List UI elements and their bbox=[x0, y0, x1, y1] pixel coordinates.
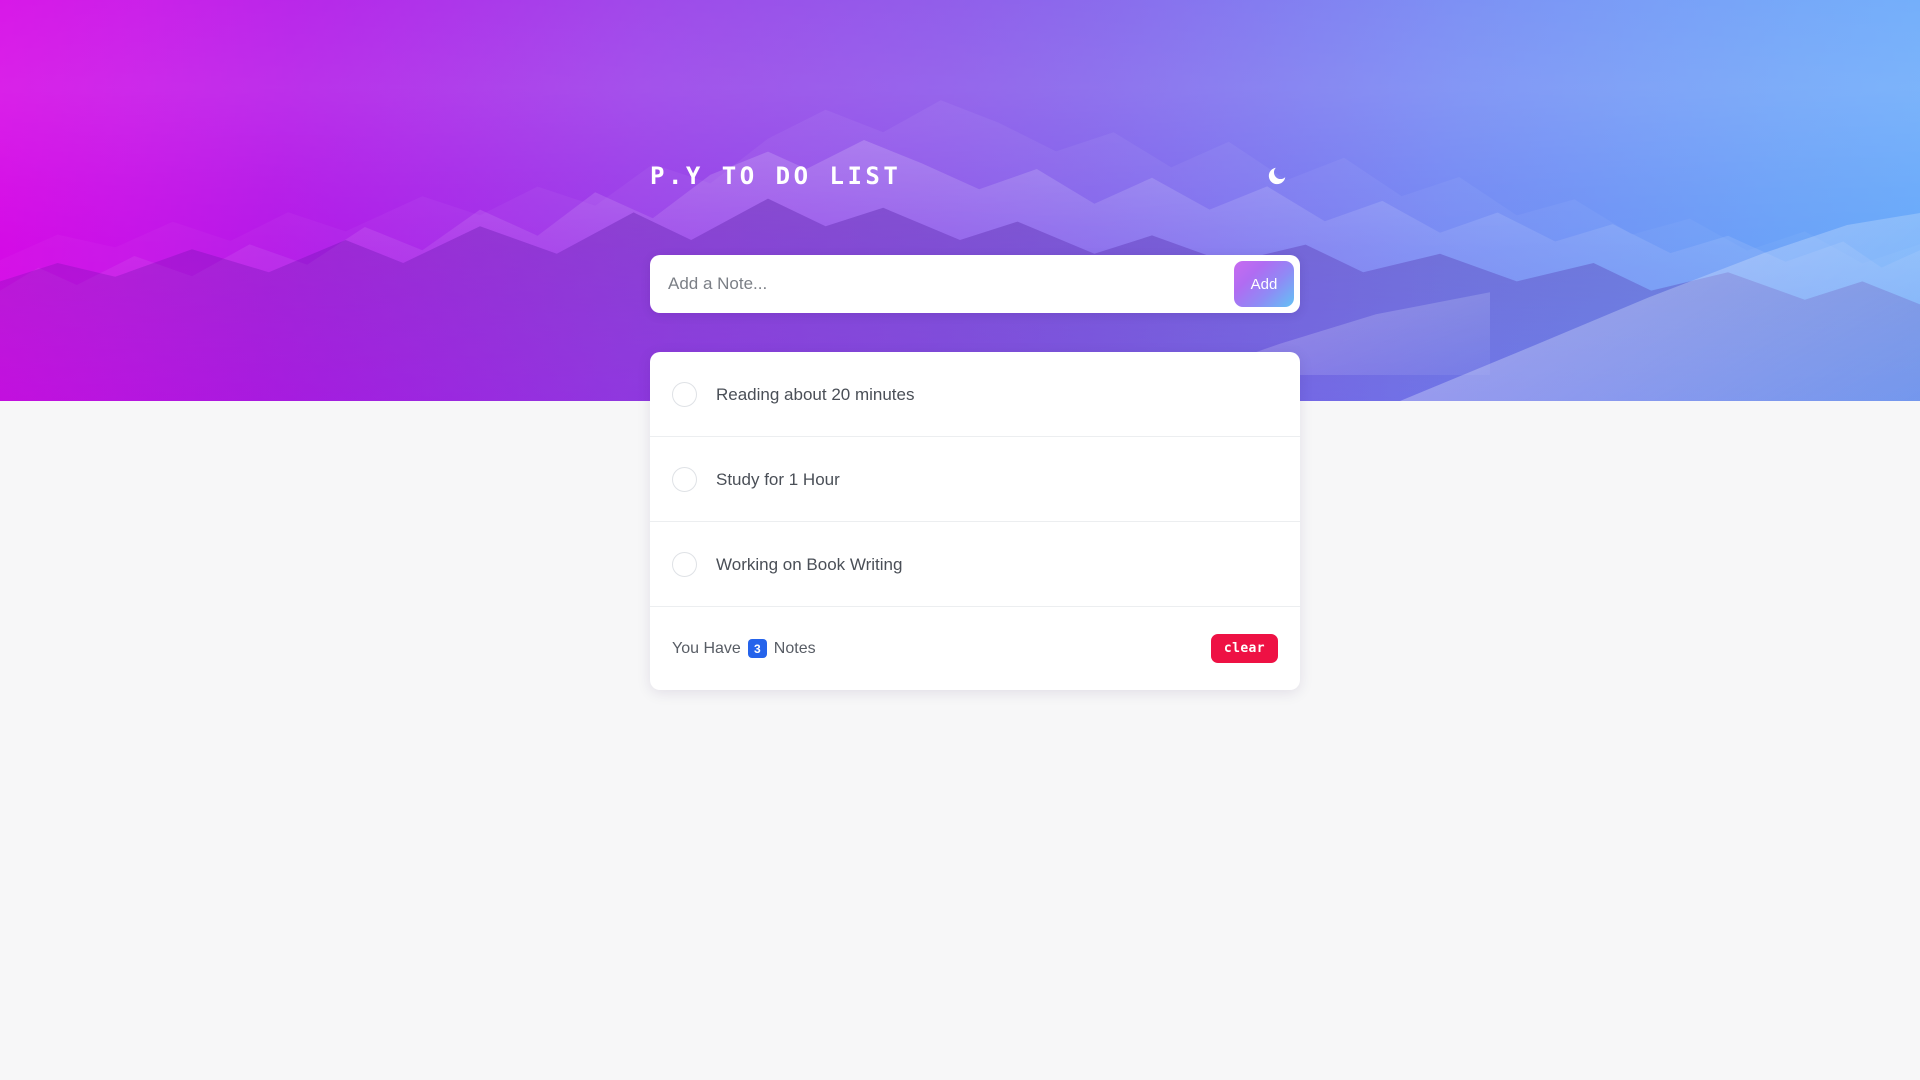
clear-button[interactable]: clear bbox=[1210, 634, 1278, 663]
table-row[interactable]: Working on Book Writing bbox=[650, 522, 1300, 607]
mountain-background-image bbox=[0, 0, 1920, 401]
app-header: P.Y TO DO LIST bbox=[650, 160, 1300, 192]
add-note-bar: Add bbox=[650, 255, 1300, 313]
checkbox-circle-icon[interactable] bbox=[672, 466, 697, 492]
table-row[interactable]: Reading about 20 minutes bbox=[650, 352, 1300, 437]
add-button[interactable]: Add bbox=[1234, 261, 1294, 307]
note-count-prefix: You Have bbox=[672, 639, 741, 657]
theme-toggle-button[interactable] bbox=[1260, 159, 1294, 193]
todo-label: Working on Book Writing bbox=[716, 554, 903, 574]
table-row[interactable]: Study for 1 Hour bbox=[650, 437, 1300, 522]
page-title: P.Y TO DO LIST bbox=[650, 162, 902, 190]
note-count-text: You Have 3 Notes bbox=[672, 639, 816, 658]
note-count-suffix: Notes bbox=[773, 639, 816, 657]
moon-icon bbox=[1266, 165, 1288, 187]
todo-list-card: Reading about 20 minutes Study for 1 Hou… bbox=[650, 352, 1300, 690]
checkbox-circle-icon[interactable] bbox=[672, 551, 697, 577]
hero-color-tint bbox=[0, 0, 1920, 401]
todo-label: Study for 1 Hour bbox=[716, 469, 840, 489]
note-count-badge: 3 bbox=[747, 639, 767, 658]
hero-banner bbox=[0, 0, 1920, 401]
checkbox-circle-icon[interactable] bbox=[672, 381, 697, 407]
note-input[interactable] bbox=[650, 258, 1234, 310]
list-footer: You Have 3 Notes clear bbox=[650, 607, 1300, 690]
todo-label: Reading about 20 minutes bbox=[716, 384, 915, 404]
